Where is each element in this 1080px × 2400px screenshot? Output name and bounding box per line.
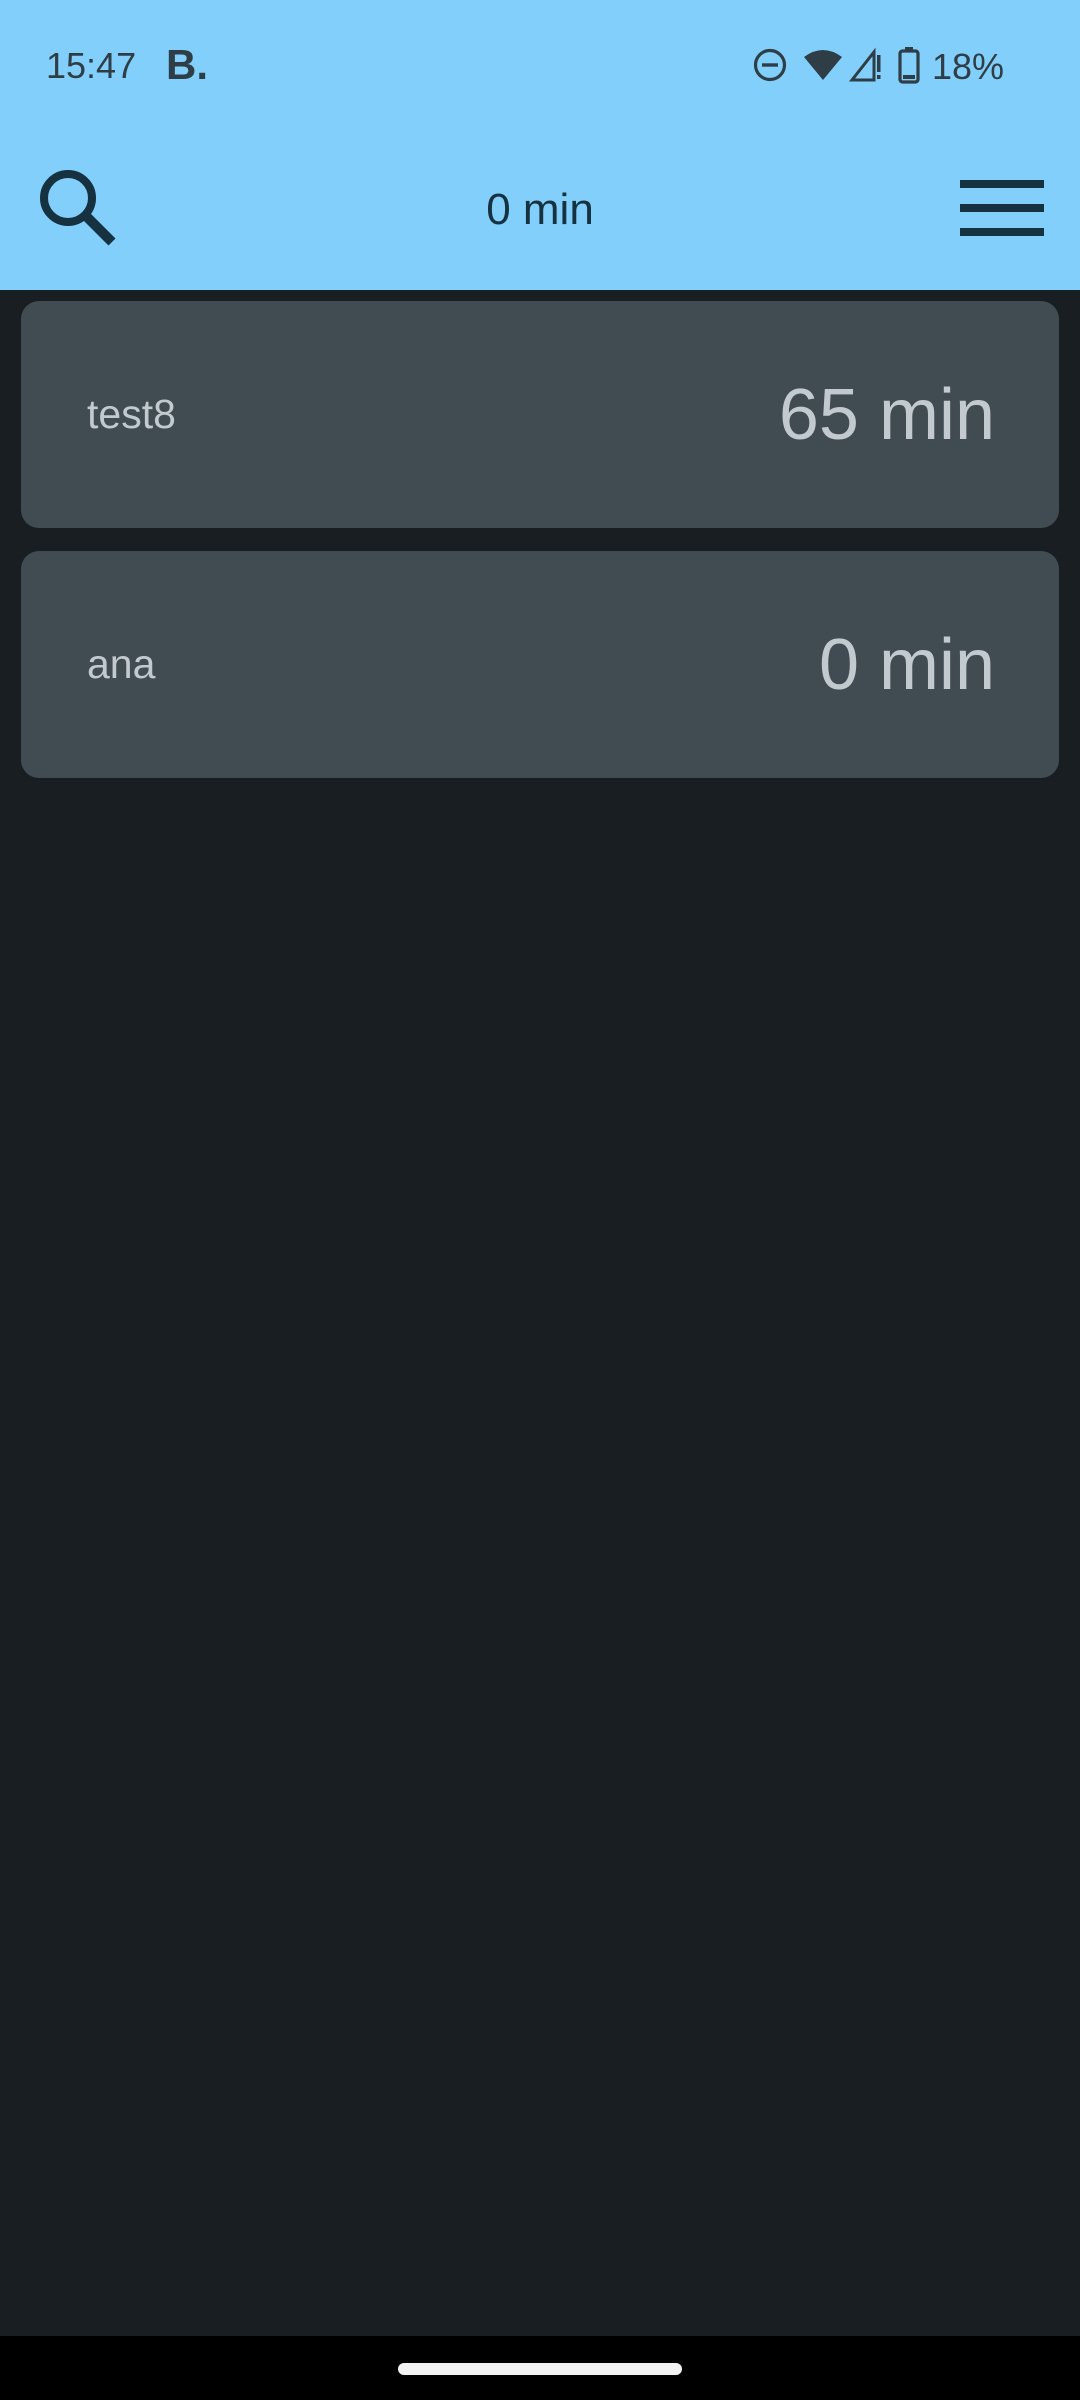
app-bar: 0 min [0, 132, 1080, 290]
list-item-duration: 65 min [778, 374, 995, 455]
list-item[interactable]: ana 0 min [21, 551, 1059, 778]
total-time-title: 0 min [486, 185, 594, 234]
hamburger-menu-icon [960, 178, 1044, 243]
menu-button[interactable] [952, 160, 1052, 260]
booking-app-icon: B. [166, 41, 208, 88]
list-item[interactable]: test8 65 min [21, 301, 1059, 528]
battery-percent: 18% [931, 46, 1004, 87]
wifi-icon [802, 47, 844, 88]
status-time: 15:47 [46, 45, 137, 86]
app-screen: 15:47 B. 18% 0 min test8 65 min ana 0 mi… [0, 0, 1080, 2400]
list-item-duration: 0 min [818, 624, 995, 705]
battery-icon [898, 46, 920, 89]
cellular-signal-icon [848, 47, 884, 88]
status-icons: 18% [738, 42, 1004, 92]
do-not-disturb-icon [752, 47, 788, 88]
status-bar: 15:47 B. 18% [0, 0, 1080, 132]
home-gesture-handle[interactable] [398, 2363, 682, 2375]
top-area: 15:47 B. 18% 0 min [0, 0, 1080, 290]
list-item-name: ana [87, 641, 156, 687]
list-item-name: test8 [87, 391, 176, 437]
navigation-bar [0, 2336, 1080, 2400]
entries-list: test8 65 min ana 0 min [21, 301, 1059, 801]
